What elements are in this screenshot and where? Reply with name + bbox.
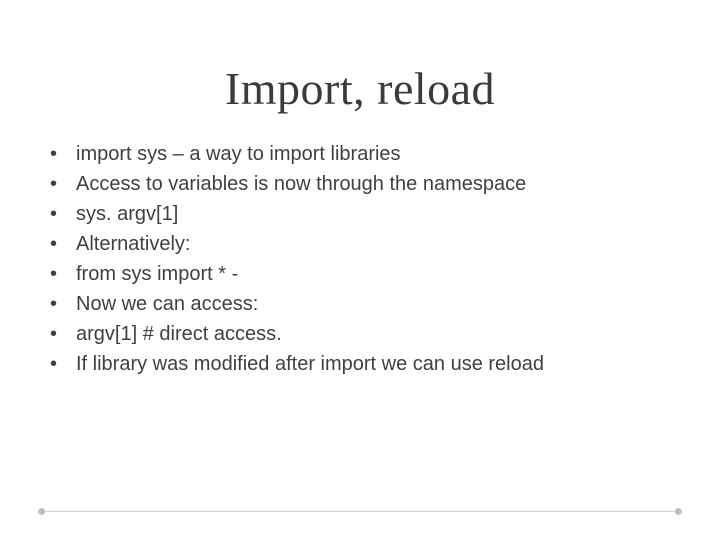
list-item: Access to variables is now through the n… (40, 169, 680, 199)
list-item: import sys – a way to import libraries (40, 139, 680, 169)
list-item: If library was modified after import we … (40, 349, 680, 379)
slide-title: Import, reload (0, 0, 720, 115)
list-item: argv[1] # direct access. (40, 319, 680, 349)
list-item: Alternatively: (40, 229, 680, 259)
bullet-list: import sys – a way to import libraries A… (40, 139, 680, 379)
slide-content: import sys – a way to import libraries A… (0, 139, 720, 379)
list-item: Now we can access: (40, 289, 680, 319)
footer-dot-left-icon (38, 508, 45, 515)
footer-divider (40, 511, 680, 512)
slide: Import, reload import sys – a way to imp… (0, 0, 720, 540)
footer-dot-right-icon (675, 508, 682, 515)
list-item: from sys import * - (40, 259, 680, 289)
list-item: sys. argv[1] (40, 199, 680, 229)
